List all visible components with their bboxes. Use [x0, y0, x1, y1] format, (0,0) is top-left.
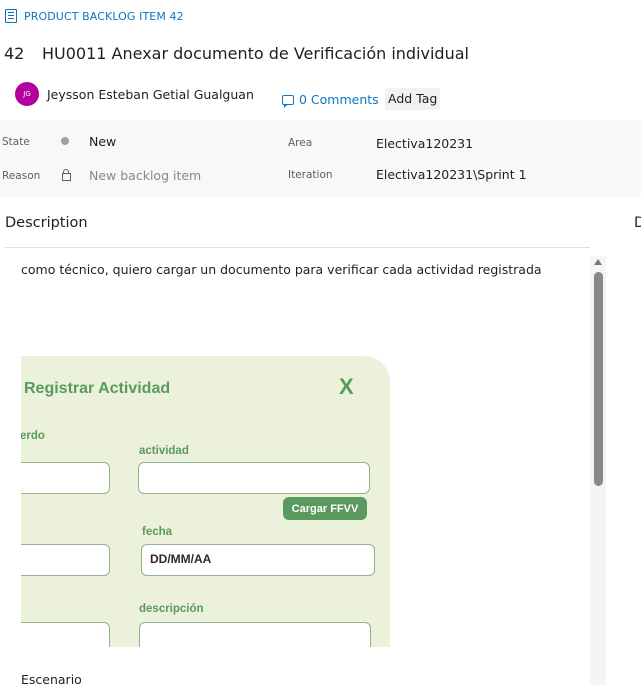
- add-tag-button[interactable]: Add Tag: [385, 88, 441, 110]
- iteration-field[interactable]: Electiva120231\Sprint 1: [376, 167, 527, 182]
- embedded-image: Registrar Actividad X uerdo actividad Ca…: [21, 356, 390, 647]
- reason-dropdown[interactable]: New backlog item: [89, 168, 201, 183]
- mockup-input-left: [21, 544, 110, 576]
- mockup-card: Registrar Actividad X uerdo actividad Ca…: [21, 356, 390, 647]
- work-item-id: 42: [4, 44, 25, 63]
- mockup-title: Registrar Actividad: [24, 380, 171, 397]
- right-column-heading: D: [634, 215, 641, 231]
- fields-panel: [0, 120, 641, 197]
- scroll-thumb[interactable]: [594, 272, 603, 486]
- mockup-input-descripcion: [139, 622, 371, 647]
- assignee-control[interactable]: JG Jeysson Esteban Getial Gualguan: [15, 82, 254, 106]
- state-label: State: [2, 136, 30, 148]
- mockup-close-icon: X: [339, 374, 354, 399]
- mockup-input-left-2: [21, 622, 110, 647]
- lock-icon: [62, 169, 71, 181]
- avatar: JG: [15, 82, 39, 106]
- description-divider: [5, 247, 590, 248]
- backlog-item-icon: [5, 9, 17, 23]
- description-text[interactable]: como técnico, quiero cargar un documento…: [21, 262, 542, 277]
- iteration-label: Iteration: [288, 169, 333, 181]
- work-item-title[interactable]: 42 HU0011 Anexar documento de Verificació…: [4, 44, 469, 63]
- state-dropdown[interactable]: New: [89, 134, 116, 149]
- area-field[interactable]: Electiva120231: [376, 136, 473, 151]
- mockup-label-fecha: fecha: [142, 526, 173, 538]
- assignee-name[interactable]: Jeysson Esteban Getial Gualguan: [47, 87, 254, 102]
- reason-label: Reason: [2, 170, 41, 182]
- description-heading: Description: [5, 215, 88, 231]
- comments-link[interactable]: 0 Comments: [282, 92, 379, 108]
- work-item-type: PRODUCT BACKLOG ITEM 42: [5, 8, 184, 24]
- scroll-up-icon[interactable]: [594, 259, 602, 265]
- mockup-input-actividad: [138, 462, 370, 494]
- mockup-label-acuerdo: uerdo: [21, 430, 45, 442]
- comment-icon: [282, 94, 294, 108]
- mockup-date-placeholder: DD/MM/AA: [150, 552, 212, 566]
- mockup-label-descripcion: descripción: [139, 603, 204, 615]
- work-item-title-text[interactable]: HU0011 Anexar documento de Verificación …: [42, 44, 469, 63]
- comments-label[interactable]: 0 Comments: [299, 92, 379, 107]
- area-label: Area: [288, 137, 313, 149]
- state-dot-icon: [61, 137, 69, 145]
- mockup-input-acuerdo: [21, 462, 110, 494]
- mockup-label-actividad: actividad: [139, 445, 189, 457]
- mockup-cargar-button: Cargar FFVV: [283, 497, 367, 520]
- work-item-type-label: PRODUCT BACKLOG ITEM 42: [24, 9, 184, 23]
